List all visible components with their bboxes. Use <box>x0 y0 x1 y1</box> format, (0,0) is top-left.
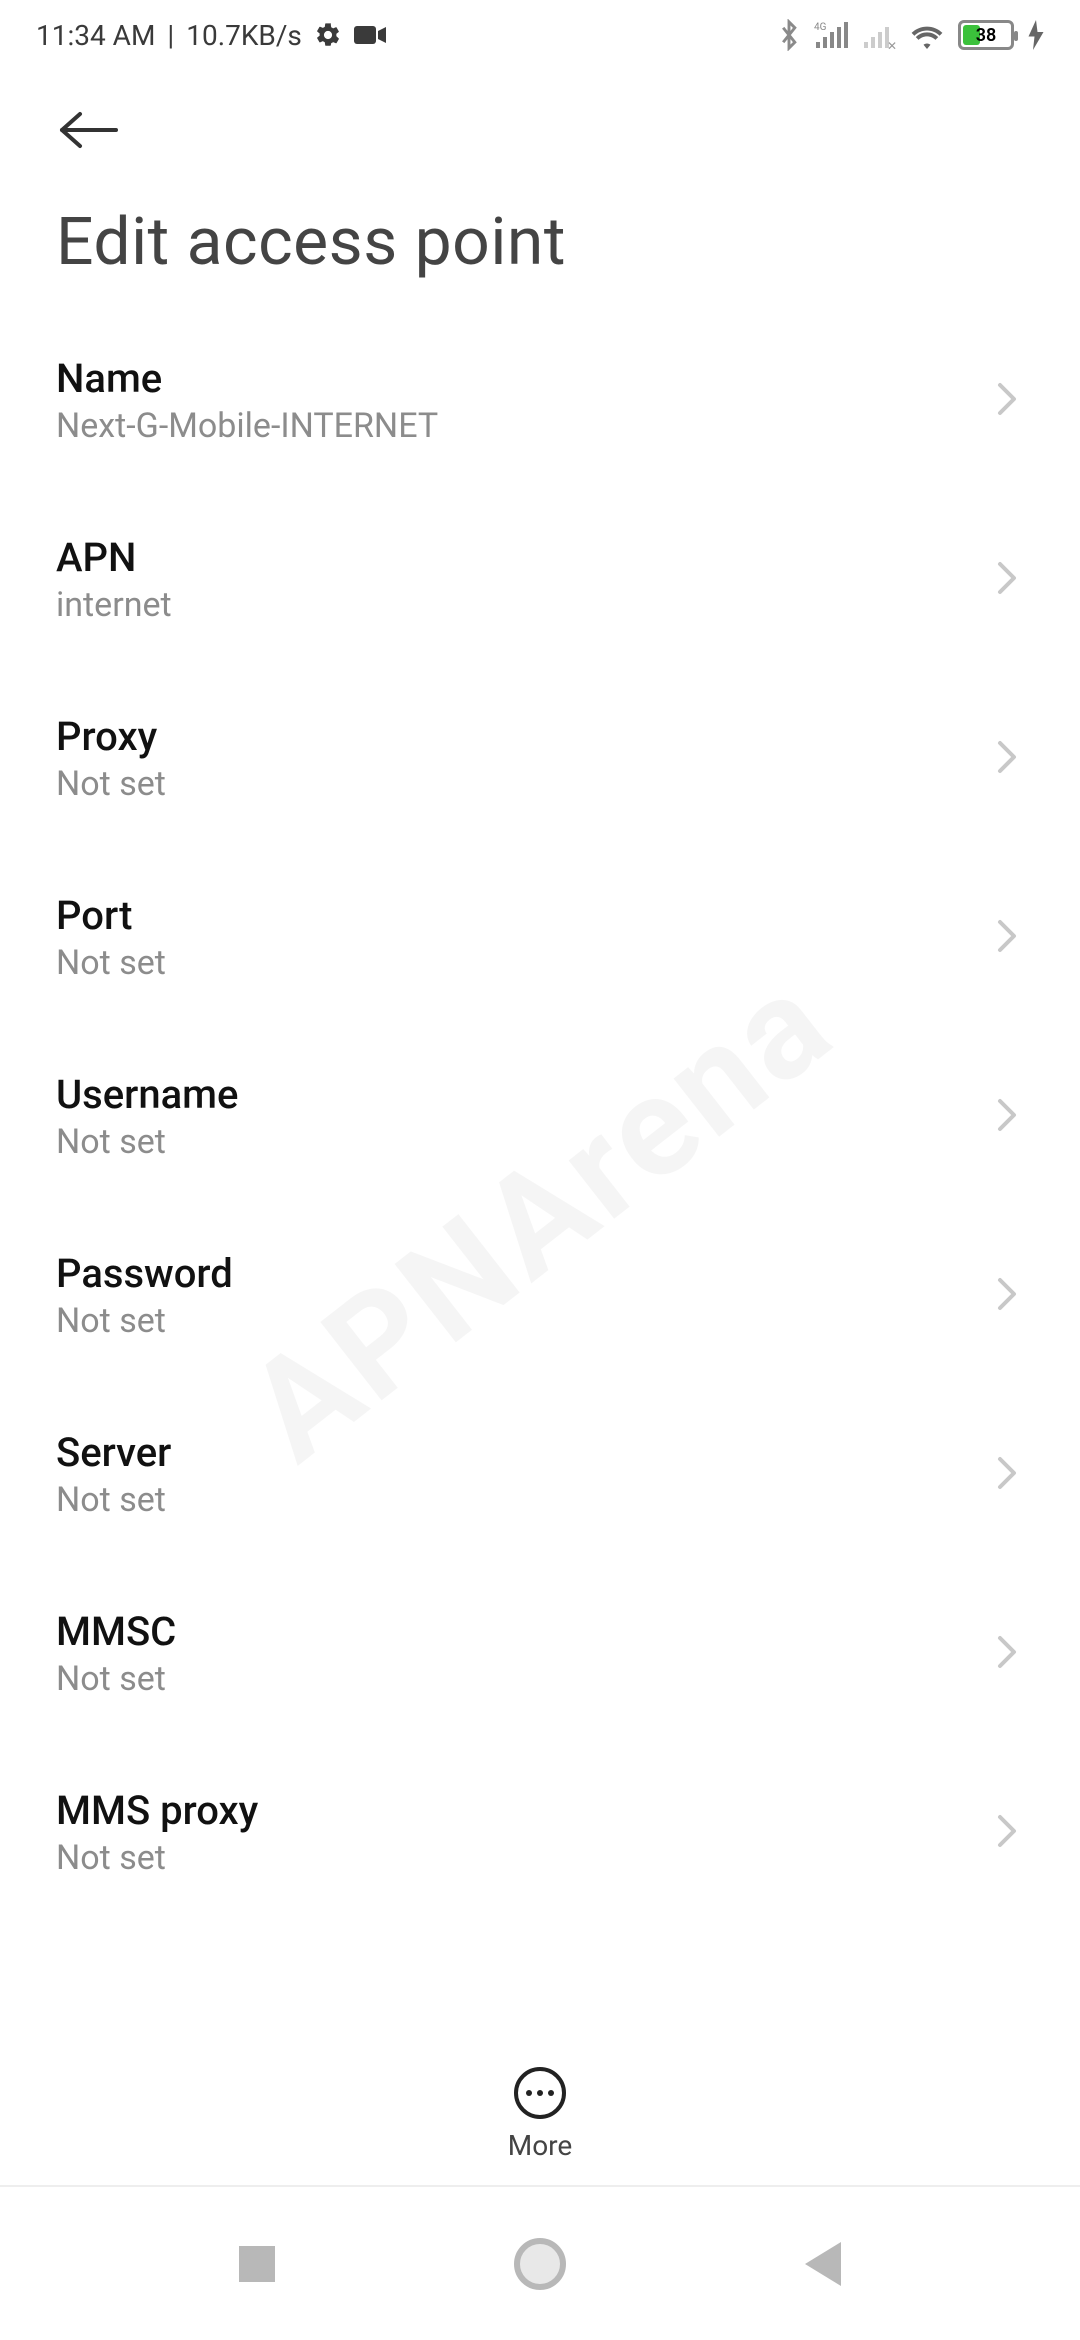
setting-value: Not set <box>56 1122 238 1162</box>
chevron-right-icon <box>996 1274 1024 1318</box>
setting-value: Not set <box>56 764 166 804</box>
setting-value: Next-G-Mobile-INTERNET <box>56 406 438 446</box>
setting-value: Not set <box>56 1838 258 1878</box>
setting-row-mms-proxy[interactable]: MMS proxy Not set <box>56 1743 1024 1922</box>
chevron-right-icon <box>996 558 1024 602</box>
charging-icon <box>1028 20 1044 50</box>
chevron-right-icon <box>996 379 1024 423</box>
chevron-right-icon <box>996 916 1024 960</box>
header <box>0 70 1080 164</box>
nav-back-icon[interactable] <box>805 2242 841 2286</box>
svg-text:4G: 4G <box>814 22 827 33</box>
back-button[interactable] <box>56 100 122 164</box>
nav-recents-icon[interactable] <box>239 2246 275 2282</box>
battery-percent: 38 <box>961 25 1011 46</box>
bluetooth-icon <box>778 19 800 51</box>
status-separator: | <box>167 19 174 52</box>
setting-label: APN <box>56 534 172 581</box>
setting-label: Port <box>56 892 166 939</box>
page-title: Edit access point <box>0 164 1080 311</box>
setting-row-server[interactable]: Server Not set <box>56 1385 1024 1564</box>
nav-home-icon[interactable] <box>514 2238 566 2290</box>
setting-label: Server <box>56 1429 171 1476</box>
setting-row-username[interactable]: Username Not set <box>56 1027 1024 1206</box>
setting-value: Not set <box>56 1480 171 1520</box>
setting-value: internet <box>56 585 172 625</box>
setting-value: Not set <box>56 943 166 983</box>
svg-text:✕: ✕ <box>887 39 896 50</box>
more-label: More <box>508 2129 573 2162</box>
chevron-right-icon <box>996 1632 1024 1676</box>
setting-row-proxy[interactable]: Proxy Not set <box>56 669 1024 848</box>
navigation-bar <box>0 2185 1080 2340</box>
setting-row-name[interactable]: Name Next-G-Mobile-INTERNET <box>56 311 1024 490</box>
action-bar: More <box>0 2039 1080 2180</box>
setting-label: Name <box>56 355 438 402</box>
setting-value: Not set <box>56 1659 176 1699</box>
setting-value: Not set <box>56 1301 233 1341</box>
setting-label: Username <box>56 1071 238 1118</box>
status-bar: 11:34 AM | 10.7KB/s 4G ✕ 38 <box>0 0 1080 70</box>
chevron-right-icon <box>996 1453 1024 1497</box>
setting-label: MMSC <box>56 1608 176 1655</box>
video-icon <box>354 24 386 46</box>
battery-icon: 38 <box>958 20 1014 50</box>
setting-label: Proxy <box>56 713 166 760</box>
chevron-right-icon <box>996 1095 1024 1139</box>
chevron-right-icon <box>996 1811 1024 1855</box>
settings-list: Name Next-G-Mobile-INTERNET APN internet… <box>0 311 1080 1922</box>
setting-row-mmsc[interactable]: MMSC Not set <box>56 1564 1024 1743</box>
status-time: 11:34 AM <box>36 19 155 52</box>
setting-row-port[interactable]: Port Not set <box>56 848 1024 1027</box>
status-left: 11:34 AM | 10.7KB/s <box>36 19 386 52</box>
wifi-icon <box>910 21 944 49</box>
arrow-left-icon <box>56 110 122 150</box>
setting-row-apn[interactable]: APN internet <box>56 490 1024 669</box>
more-horizontal-icon <box>514 2067 566 2119</box>
setting-label: MMS proxy <box>56 1787 258 1834</box>
status-right: 4G ✕ 38 <box>778 19 1044 51</box>
more-button[interactable]: More <box>508 2067 573 2162</box>
chevron-right-icon <box>996 737 1024 781</box>
gear-icon <box>314 21 342 49</box>
setting-row-password[interactable]: Password Not set <box>56 1206 1024 1385</box>
setting-label: Password <box>56 1250 233 1297</box>
signal-4g-icon: 4G <box>814 20 848 50</box>
signal-nosim-icon: ✕ <box>862 20 896 50</box>
status-speed: 10.7KB/s <box>186 19 302 52</box>
